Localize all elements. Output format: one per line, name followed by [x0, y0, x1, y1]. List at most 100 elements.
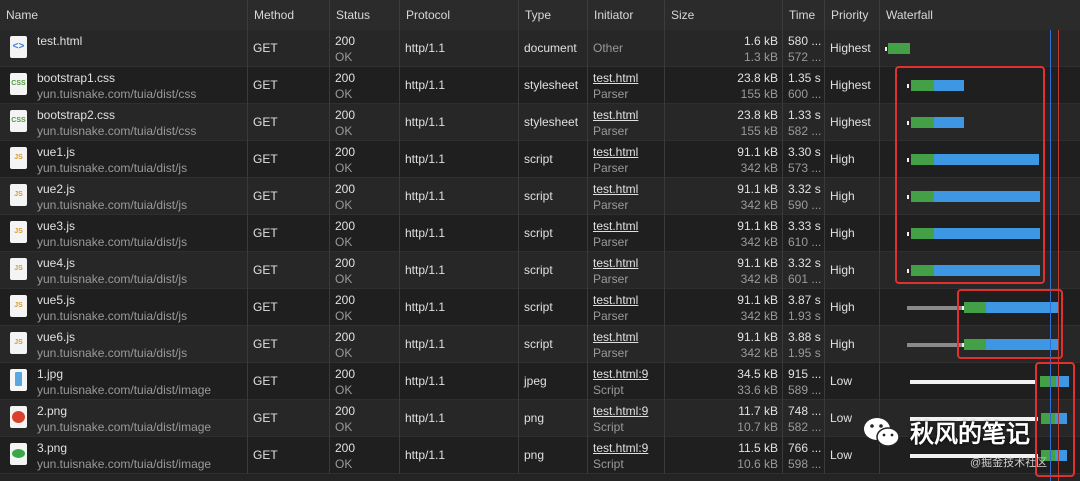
column-header-method[interactable]: Method: [248, 0, 330, 30]
name-cell: JS vue6.js yun.tuisnake.com/tuia/dist/js: [0, 326, 248, 363]
status-code: 200: [335, 441, 356, 455]
type-text: script: [524, 152, 553, 166]
column-header-status[interactable]: Status: [330, 0, 400, 30]
latency-time: 582 ...: [788, 124, 822, 138]
total-time: 3.32 s: [788, 256, 821, 270]
table-row[interactable]: JS vue6.js yun.tuisnake.com/tuia/dist/js GE…: [0, 326, 1080, 363]
column-header-protocol[interactable]: Protocol: [400, 0, 519, 30]
size-cell: 23.8 kB 155 kB: [665, 67, 783, 104]
status-code: 200: [335, 293, 356, 307]
resource-size: 1.3 kB: [743, 50, 778, 64]
column-header-type[interactable]: Type: [519, 0, 588, 30]
resource-size: 342 kB: [740, 346, 778, 360]
initiator-link[interactable]: test.html: [593, 71, 638, 85]
protocol-cell: http/1.1: [400, 252, 519, 289]
column-header-size[interactable]: Size: [665, 0, 783, 30]
resource-name[interactable]: bootstrap2.css: [37, 108, 115, 122]
protocol-text: http/1.1: [405, 78, 446, 92]
initiator-link[interactable]: test.html:9: [593, 367, 648, 381]
status-code: 200: [335, 34, 356, 48]
type-text: script: [524, 263, 553, 277]
priority-cell: Highest: [825, 30, 880, 67]
column-header-initiator[interactable]: Initiator: [588, 0, 665, 30]
column-header-time[interactable]: Time: [783, 0, 825, 30]
type-cell: stylesheet: [519, 104, 588, 141]
protocol-text: http/1.1: [405, 189, 446, 203]
time-cell: 766 ... 598 ...: [783, 437, 825, 474]
initiator-detail: Parser: [593, 272, 629, 286]
method-text: GET: [253, 300, 278, 314]
protocol-text: http/1.1: [405, 411, 446, 425]
initiator-link[interactable]: test.html: [593, 182, 638, 196]
initiator-cell: test.html:9 Script: [588, 400, 665, 437]
priority-text: High: [830, 337, 855, 351]
protocol-text: http/1.1: [405, 263, 446, 277]
status-code: 200: [335, 182, 356, 196]
type-text: script: [524, 300, 553, 314]
name-cell: <> test.html: [0, 30, 248, 67]
column-header-name[interactable]: Name: [0, 0, 248, 30]
method-text: GET: [253, 374, 278, 388]
method-text: GET: [253, 152, 278, 166]
priority-text: High: [830, 152, 855, 166]
name-cell: JS vue4.js yun.tuisnake.com/tuia/dist/js: [0, 252, 248, 289]
resource-name[interactable]: vue5.js: [37, 293, 75, 307]
time-cell: 1.35 s 600 ...: [783, 67, 825, 104]
resource-name[interactable]: vue2.js: [37, 182, 75, 196]
initiator-link[interactable]: test.html: [593, 293, 638, 307]
table-row[interactable]: <> test.html GET 200 OK http/1.1 document Other…: [0, 30, 1080, 67]
initiator-detail: Parser: [593, 124, 629, 138]
name-cell: JS vue5.js yun.tuisnake.com/tuia/dist/js: [0, 289, 248, 326]
resource-name[interactable]: 2.png: [37, 404, 67, 418]
type-cell: jpeg: [519, 363, 588, 400]
time-cell: 3.32 s 601 ...: [783, 252, 825, 289]
initiator-link[interactable]: test.html: [593, 145, 638, 159]
protocol-cell: http/1.1: [400, 400, 519, 437]
initiator-link[interactable]: test.html:9: [593, 404, 648, 418]
js-file-icon: JS: [10, 184, 27, 206]
waterfall-bar-gray: [907, 306, 962, 310]
latency-time: 573 ...: [788, 161, 822, 175]
resource-name[interactable]: 1.jpg: [37, 367, 63, 381]
initiator-link[interactable]: test.html: [593, 256, 638, 270]
resource-path: yun.tuisnake.com/tuia/dist/css: [37, 124, 197, 138]
resource-name[interactable]: vue4.js: [37, 256, 75, 270]
name-cell: CSS bootstrap1.css yun.tuisnake.com/tuia/d…: [0, 67, 248, 104]
table-row[interactable]: 1.jpg yun.tuisnake.com/tuia/dist/image GET…: [0, 363, 1080, 400]
column-header-waterfall[interactable]: Waterfall: [880, 0, 1080, 30]
resource-name[interactable]: vue3.js: [37, 219, 75, 233]
table-row[interactable]: JS vue5.js yun.tuisnake.com/tuia/dist/js GE…: [0, 289, 1080, 326]
size-cell: 91.1 kB 342 kB: [665, 252, 783, 289]
resource-name[interactable]: vue1.js: [37, 145, 75, 159]
initiator-link[interactable]: test.html: [593, 219, 638, 233]
resource-path: yun.tuisnake.com/tuia/dist/js: [37, 346, 188, 360]
latency-time: 598 ...: [788, 457, 822, 471]
type-cell: script: [519, 326, 588, 363]
initiator-cell: test.html:9 Script: [588, 363, 665, 400]
type-text: document: [524, 41, 577, 55]
name-cell: JS vue1.js yun.tuisnake.com/tuia/dist/js: [0, 141, 248, 178]
resource-name[interactable]: vue6.js: [37, 330, 75, 344]
resource-name[interactable]: 3.png: [37, 441, 67, 455]
protocol-cell: http/1.1: [400, 326, 519, 363]
name-cell: CSS bootstrap2.css yun.tuisnake.com/tuia/d…: [0, 104, 248, 141]
protocol-cell: http/1.1: [400, 363, 519, 400]
total-time: 3.30 s: [788, 145, 821, 159]
initiator-link[interactable]: test.html: [593, 330, 638, 344]
protocol-text: http/1.1: [405, 374, 446, 388]
time-cell: 1.33 s 582 ...: [783, 104, 825, 141]
column-header-priority[interactable]: Priority: [825, 0, 880, 30]
method-cell: GET: [248, 437, 330, 474]
type-cell: script: [519, 252, 588, 289]
priority-text: Highest: [830, 41, 871, 55]
total-time: 1.35 s: [788, 71, 821, 85]
initiator-link[interactable]: test.html: [593, 108, 638, 122]
status-text: OK: [335, 420, 353, 434]
png-image-icon: [10, 406, 27, 428]
resource-name[interactable]: test.html: [37, 34, 82, 48]
js-file-icon: JS: [10, 332, 27, 354]
resource-name[interactable]: bootstrap1.css: [37, 71, 115, 85]
initiator-link[interactable]: test.html:9: [593, 441, 648, 455]
priority-cell: High: [825, 178, 880, 215]
type-cell: script: [519, 289, 588, 326]
